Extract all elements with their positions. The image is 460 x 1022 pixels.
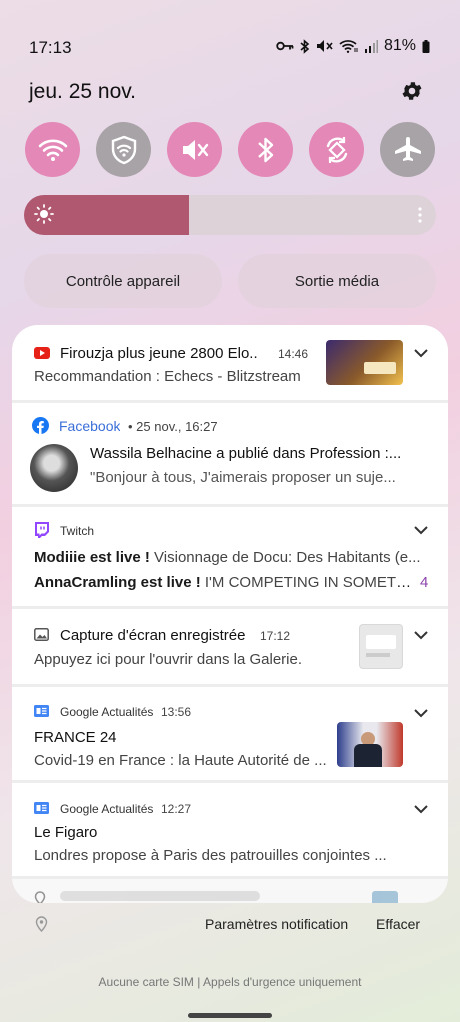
bluetooth-icon: [257, 137, 273, 162]
google-news-title: FRANCE 24: [34, 729, 117, 746]
youtube-notification[interactable]: Firouzja plus jeune 2800 Elo.. 14:46 Rec…: [12, 325, 448, 400]
sim-status: Aucune carte SIM | Appels d'urgence uniq…: [98, 975, 362, 989]
facebook-title: Wassila Belhacine a publié dans Professi…: [90, 445, 402, 462]
twitch-streamer-2: AnnaCramling est live !: [34, 574, 201, 591]
shield-wifi-icon: [111, 135, 136, 164]
notification-panel: Firouzja plus jeune 2800 Elo.. 14:46 Rec…: [12, 325, 448, 903]
screenshot-thumbnail: [359, 624, 403, 669]
twitch-stream-1-title: Visionnage de Docu: Des Habitants (e...: [154, 549, 421, 566]
youtube-title: Firouzja plus jeune 2800 Elo..: [60, 345, 258, 362]
google-news-title: Le Figaro: [34, 824, 98, 841]
clear-button[interactable]: Effacer: [376, 916, 420, 932]
status-icons: 81%: [276, 37, 430, 55]
wifi-icon: [38, 139, 67, 161]
twitch-count-badge: 4: [420, 574, 429, 591]
sun-icon: [34, 204, 54, 224]
airplane-toggle[interactable]: [380, 122, 435, 177]
news-thumbnail: [337, 722, 403, 767]
google-news-app-name: Google Actualités: [60, 705, 154, 719]
bluetooth-status-icon: [300, 38, 310, 54]
facebook-avatar: [30, 444, 78, 492]
status-time: 17:13: [29, 38, 72, 57]
brightness-slider[interactable]: [24, 195, 436, 235]
facebook-text: "Bonjour à tous, J'aimerais proposer un …: [90, 469, 396, 486]
signal-icon: [364, 39, 378, 53]
rotate-icon: [326, 136, 347, 163]
location-icon: [34, 891, 46, 903]
device-control-button[interactable]: Contrôle appareil: [24, 254, 222, 308]
google-news-text: Londres propose à Paris des patrouilles …: [34, 847, 387, 864]
google-news-icon: [34, 705, 49, 717]
google-news-text: Covid-19 en France : la Haute Autorité d…: [34, 752, 327, 769]
bluetooth-toggle[interactable]: [238, 122, 293, 177]
settings-gear-icon[interactable]: [400, 79, 424, 103]
screenshot-notification[interactable]: Capture d'écran enregistrée 17:12 Appuye…: [12, 609, 448, 684]
twitch-icon: [35, 522, 49, 538]
chevron-down-icon[interactable]: [414, 349, 428, 358]
status-bar: 17:13 81%: [0, 0, 460, 70]
mute-status-icon: [316, 40, 333, 52]
google-news-time: 13:56: [161, 705, 192, 719]
chevron-down-icon[interactable]: [414, 805, 428, 814]
key-icon: [276, 41, 294, 51]
twitch-streamer-1: Modiiie est live !: [34, 549, 150, 566]
notification-settings-button[interactable]: Paramètres notification: [205, 916, 348, 932]
google-news-notification-2[interactable]: Google Actualités 12:27 Le Figaro Londre…: [12, 783, 448, 876]
navigation-handle[interactable]: [188, 1013, 272, 1018]
facebook-meta: • 25 nov., 16:27: [128, 419, 218, 434]
location-pin-icon: [35, 916, 48, 932]
wifi-toggle[interactable]: [25, 122, 80, 177]
facebook-app-name: Facebook: [59, 418, 121, 434]
twitch-app-name: Twitch: [60, 524, 95, 538]
facebook-icon: [32, 417, 49, 434]
more-options-icon[interactable]: [418, 207, 422, 223]
gallery-icon: [34, 628, 49, 641]
airplane-icon: [394, 136, 421, 161]
twitch-stream-2-title: I'M COMPETING IN SOMETHI...: [204, 574, 414, 591]
wifi-status-icon: [339, 40, 358, 53]
youtube-text: Recommandation : Echecs - Blitzstream: [34, 368, 301, 385]
google-news-app-name: Google Actualités: [60, 802, 154, 816]
twitch-notification[interactable]: Twitch Modiiie est live ! Visionnage de …: [12, 507, 448, 606]
youtube-time: 14:46: [278, 347, 309, 361]
date-label: jeu. 25 nov.: [29, 80, 137, 103]
chevron-down-icon[interactable]: [414, 526, 428, 535]
video-thumbnail: [326, 340, 403, 385]
secure-wifi-toggle[interactable]: [96, 122, 151, 177]
quick-settings: [25, 122, 435, 177]
youtube-icon: [34, 347, 50, 359]
mute-icon: [182, 139, 208, 160]
battery-icon: [422, 39, 430, 53]
chevron-down-icon[interactable]: [414, 709, 428, 718]
facebook-notification[interactable]: Facebook • 25 nov., 16:27 Wassila Belhac…: [12, 403, 448, 504]
partial-notification: [12, 879, 448, 903]
battery-percent: 81%: [383, 37, 416, 54]
screenshot-text: Appuyez ici pour l'ouvrir dans la Galeri…: [34, 651, 302, 668]
auto-rotate-toggle[interactable]: [309, 122, 364, 177]
google-news-icon: [34, 802, 49, 814]
google-news-time: 12:27: [161, 802, 192, 816]
media-output-button[interactable]: Sortie média: [238, 254, 436, 308]
screenshot-title: Capture d'écran enregistrée: [60, 627, 246, 644]
screenshot-time: 17:12: [260, 629, 291, 643]
sound-toggle[interactable]: [167, 122, 222, 177]
google-news-notification-1[interactable]: Google Actualités 13:56 FRANCE 24 Covid-…: [12, 687, 448, 780]
chevron-down-icon[interactable]: [414, 631, 428, 640]
